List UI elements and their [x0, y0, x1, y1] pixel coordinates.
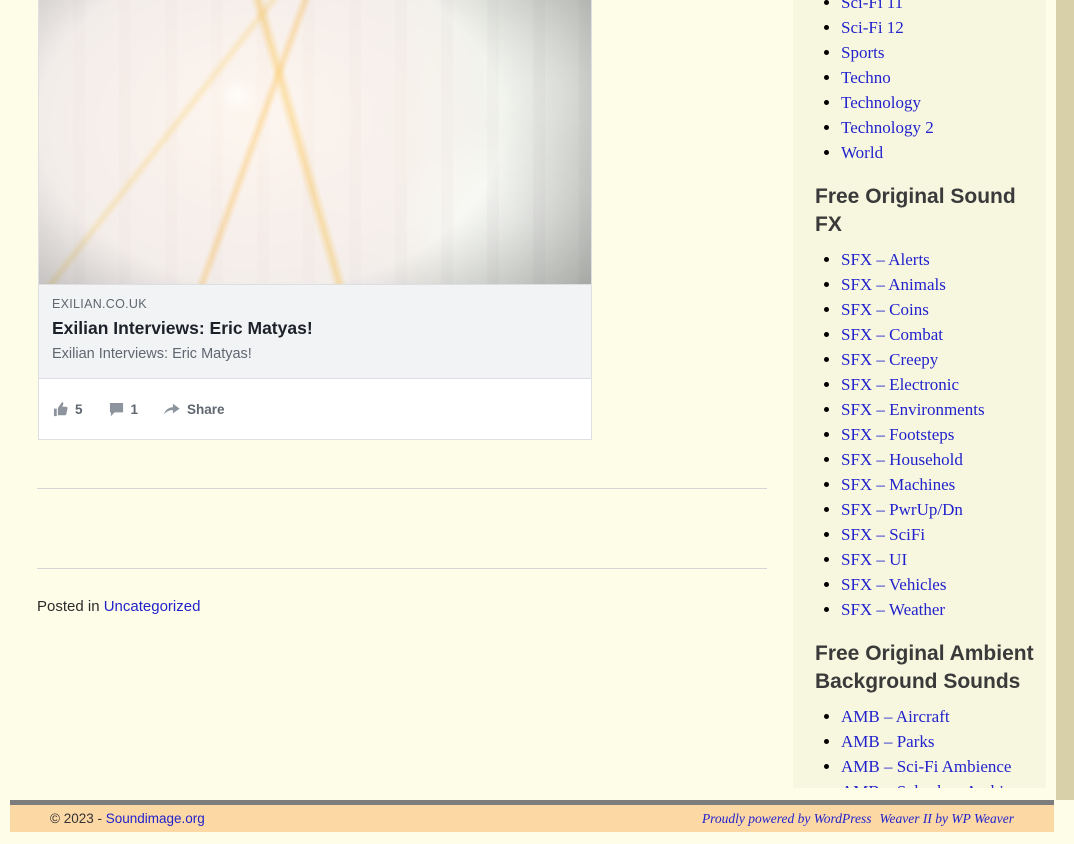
- sidebar-link-sfx-alerts[interactable]: SFX – Alerts: [841, 250, 930, 269]
- list-item[interactable]: SFX – Footsteps: [841, 422, 1036, 447]
- sidebar-link-amb-sci-fi-ambience[interactable]: AMB – Sci-Fi Ambience: [841, 757, 1011, 776]
- list-item[interactable]: Techno: [841, 65, 1036, 90]
- sidebar-heading-sound-fx: Free Original Sound FX: [815, 183, 1036, 239]
- list-item[interactable]: Sci-Fi 12: [841, 15, 1036, 40]
- list-item[interactable]: AMB – Aircraft: [841, 704, 1036, 729]
- footer-credits: Proudly powered by WordPress Weaver II by…: [702, 811, 1014, 827]
- link-preview-domain: EXILIAN.CO.UK: [52, 295, 578, 313]
- content-separator-top: [37, 488, 767, 489]
- link-preview-description: Exilian Interviews: Eric Matyas!: [52, 344, 578, 364]
- share-label: Share: [187, 402, 225, 417]
- facebook-embed-card[interactable]: EXILIAN.CO.UK Exilian Interviews: Eric M…: [38, 0, 592, 440]
- list-item[interactable]: SFX – Vehicles: [841, 572, 1036, 597]
- sidebar-link-sfx-machines[interactable]: SFX – Machines: [841, 475, 955, 494]
- theme-credit-link[interactable]: Weaver II by WP Weaver: [880, 811, 1014, 826]
- embed-media-image[interactable]: [39, 0, 591, 284]
- sidebar-link-sfx-vehicles[interactable]: SFX – Vehicles: [841, 575, 946, 594]
- sidebar-link-sfx-pwrup-dn[interactable]: SFX – PwrUp/Dn: [841, 500, 963, 519]
- category-link[interactable]: Uncategorized: [104, 598, 201, 615]
- sidebar-link-sfx-electronic[interactable]: SFX – Electronic: [841, 375, 959, 394]
- copyright-text: © 2023 -: [50, 811, 106, 826]
- list-item[interactable]: AMB – Suburban Ambience: [841, 779, 1036, 788]
- comment-count[interactable]: 1: [109, 402, 139, 417]
- list-item[interactable]: SFX – Creepy: [841, 347, 1036, 372]
- sidebar-link-amb-suburban-ambience[interactable]: AMB – Suburban Ambience: [841, 782, 1035, 788]
- sidebar-link-sci-fi-12[interactable]: Sci-Fi 12: [841, 18, 904, 37]
- link-preview-box[interactable]: EXILIAN.CO.UK Exilian Interviews: Eric M…: [39, 284, 591, 379]
- page-root: EXILIAN.CO.UK Exilian Interviews: Eric M…: [0, 0, 1074, 844]
- list-item[interactable]: SFX – Environments: [841, 397, 1036, 422]
- main-content-column: EXILIAN.CO.UK Exilian Interviews: Eric M…: [0, 0, 793, 795]
- outer-border-strip: [1056, 0, 1074, 800]
- sidebar-link-sfx-animals[interactable]: SFX – Animals: [841, 275, 946, 294]
- list-item[interactable]: SFX – PwrUp/Dn: [841, 497, 1036, 522]
- list-item[interactable]: World: [841, 140, 1036, 165]
- like-count-label: 5: [75, 402, 83, 417]
- list-item[interactable]: SFX – SciFi: [841, 522, 1036, 547]
- list-item[interactable]: Sports: [841, 40, 1036, 65]
- embed-action-bar: 5 1 Share: [39, 379, 591, 439]
- list-item[interactable]: SFX – Electronic: [841, 372, 1036, 397]
- sidebar-sound-fx-list: SFX – Alerts SFX – Animals SFX – Coins S…: [803, 247, 1036, 622]
- sidebar-link-technology[interactable]: Technology: [841, 93, 921, 112]
- sidebar-link-technology-2[interactable]: Technology 2: [841, 118, 934, 137]
- posted-in-label: Posted in: [37, 598, 100, 615]
- sidebar-link-sfx-environments[interactable]: SFX – Environments: [841, 400, 985, 419]
- site-footer: © 2023 - Soundimage.org Proudly powered …: [10, 800, 1054, 832]
- sidebar-link-amb-aircraft[interactable]: AMB – Aircraft: [841, 707, 950, 726]
- wordpress-credit-link[interactable]: Proudly powered by WordPress: [702, 811, 872, 826]
- sidebar-categories-list: Sci-Fi 11 Sci-Fi 12 Sports Techno Techno…: [803, 0, 1036, 165]
- sidebar-link-sci-fi-11[interactable]: Sci-Fi 11: [841, 0, 903, 12]
- sidebar-heading-ambient: Free Original Ambient Background Sounds: [815, 640, 1036, 696]
- link-preview-title[interactable]: Exilian Interviews: Eric Matyas!: [52, 317, 578, 339]
- sidebar-link-sports[interactable]: Sports: [841, 43, 884, 62]
- list-item[interactable]: SFX – Coins: [841, 297, 1036, 322]
- like-count[interactable]: 5: [53, 402, 83, 417]
- outer-border-inner: [1046, 0, 1056, 800]
- content-separator-bottom: [37, 568, 767, 569]
- sidebar-link-sfx-coins[interactable]: SFX – Coins: [841, 300, 929, 319]
- list-item[interactable]: SFX – Household: [841, 447, 1036, 472]
- share-arrow-icon: [164, 402, 180, 417]
- posted-in-line: Posted in Uncategorized: [37, 597, 200, 617]
- share-action[interactable]: Share: [164, 402, 225, 417]
- list-item[interactable]: Sci-Fi 11: [841, 0, 1036, 15]
- list-item[interactable]: Technology: [841, 90, 1036, 115]
- sidebar-link-sfx-ui[interactable]: SFX – UI: [841, 550, 907, 569]
- image-vignette: [39, 0, 591, 284]
- sidebar-link-sfx-household[interactable]: SFX – Household: [841, 450, 963, 469]
- list-item[interactable]: SFX – Weather: [841, 597, 1036, 622]
- list-item[interactable]: AMB – Parks: [841, 729, 1036, 754]
- sidebar-link-world[interactable]: World: [841, 143, 883, 162]
- list-item[interactable]: SFX – Animals: [841, 272, 1036, 297]
- comment-icon: [109, 402, 124, 417]
- list-item[interactable]: SFX – UI: [841, 547, 1036, 572]
- sidebar-link-techno[interactable]: Techno: [841, 68, 891, 87]
- sidebar-link-amb-parks[interactable]: AMB – Parks: [841, 732, 935, 751]
- sidebar-link-sfx-weather[interactable]: SFX – Weather: [841, 600, 945, 619]
- sidebar-link-sfx-combat[interactable]: SFX – Combat: [841, 325, 943, 344]
- sidebar: Sci-Fi 11 Sci-Fi 12 Sports Techno Techno…: [793, 0, 1046, 788]
- list-item[interactable]: AMB – Sci-Fi Ambience: [841, 754, 1036, 779]
- sidebar-ambient-list: AMB – Aircraft AMB – Parks AMB – Sci-Fi …: [803, 704, 1036, 788]
- sidebar-link-sfx-footsteps[interactable]: SFX – Footsteps: [841, 425, 954, 444]
- thumbs-up-icon: [53, 402, 68, 417]
- list-item[interactable]: SFX – Machines: [841, 472, 1036, 497]
- comment-count-label: 1: [131, 402, 139, 417]
- list-item[interactable]: SFX – Combat: [841, 322, 1036, 347]
- list-item[interactable]: SFX – Alerts: [841, 247, 1036, 272]
- sidebar-link-sfx-creepy[interactable]: SFX – Creepy: [841, 350, 938, 369]
- site-name-link[interactable]: Soundimage.org: [106, 811, 205, 826]
- footer-copyright: © 2023 - Soundimage.org: [50, 811, 205, 826]
- sidebar-link-sfx-scifi[interactable]: SFX – SciFi: [841, 525, 925, 544]
- list-item[interactable]: Technology 2: [841, 115, 1036, 140]
